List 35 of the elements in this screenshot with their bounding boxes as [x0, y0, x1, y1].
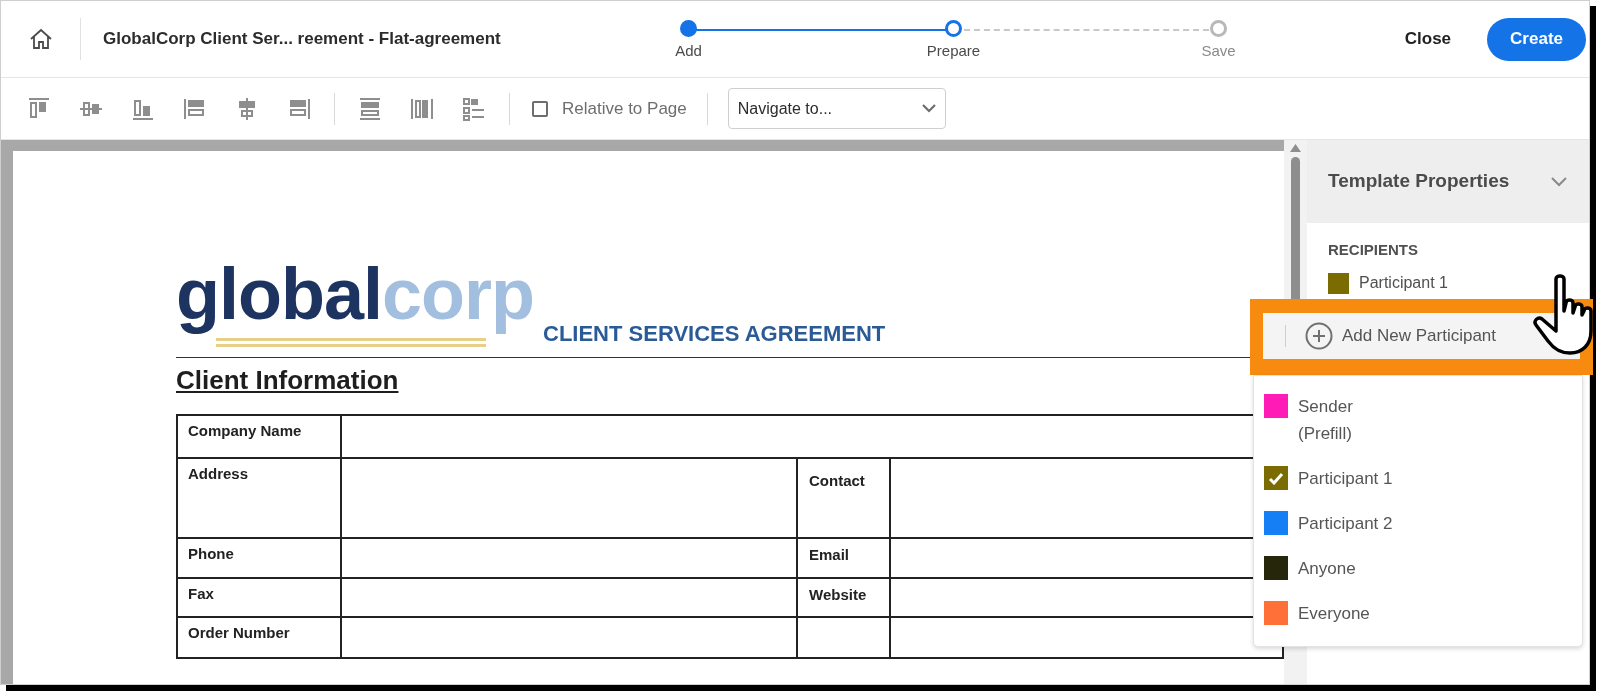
step-label: Prepare [926, 41, 981, 61]
field-label: Fax [188, 584, 214, 602]
distribute-vertical-icon[interactable] [357, 95, 383, 122]
participant-item[interactable]: Anyone [1254, 546, 1582, 591]
company-logo: globalcorp [176, 253, 533, 336]
field-label: Address [188, 464, 249, 482]
field-label: Order Number [188, 623, 290, 641]
document-title: GlobalCorp Client Ser... reement - Flat-agreement [103, 29, 501, 49]
field-label: Website [809, 585, 867, 603]
panel-title: Template Properties [1328, 169, 1510, 194]
field-label: Contact [809, 471, 865, 489]
participant-item[interactable]: Participant 2 [1254, 501, 1582, 546]
field-label: Email [809, 545, 850, 563]
participant-item[interactable]: Everyone [1254, 591, 1582, 636]
section-heading: Client Information [176, 364, 399, 395]
chevron-down-icon [921, 104, 936, 113]
plus-circle-icon [1305, 322, 1333, 350]
create-button[interactable]: Create [1487, 17, 1586, 61]
field-label: Company Name [188, 421, 302, 439]
grid-layout-icon[interactable] [461, 95, 487, 122]
field-label: Phone [188, 544, 234, 562]
participant-item[interactable]: Sender (Prefill) [1254, 384, 1582, 456]
participant-item[interactable]: Participant 1 [1254, 456, 1582, 501]
recipient-name: Participant 1 [1359, 273, 1448, 293]
agreement-heading: CLIENT SERVICES AGREEMENT [543, 319, 886, 348]
step-label: Add [675, 41, 702, 61]
relative-to-page-checkbox[interactable]: Relative to Page [532, 95, 687, 122]
navigate-dropdown[interactable]: Navigate to... [727, 88, 946, 129]
step-label: Save [1201, 41, 1236, 61]
checkmark-icon [1268, 471, 1284, 485]
close-button[interactable]: Close [1396, 26, 1460, 52]
recipients-heading: RECIPIENTS [1328, 241, 1418, 258]
chevron-down-icon[interactable] [1551, 176, 1567, 187]
home-icon[interactable] [28, 28, 53, 50]
scroll-up-icon[interactable] [1290, 144, 1301, 152]
